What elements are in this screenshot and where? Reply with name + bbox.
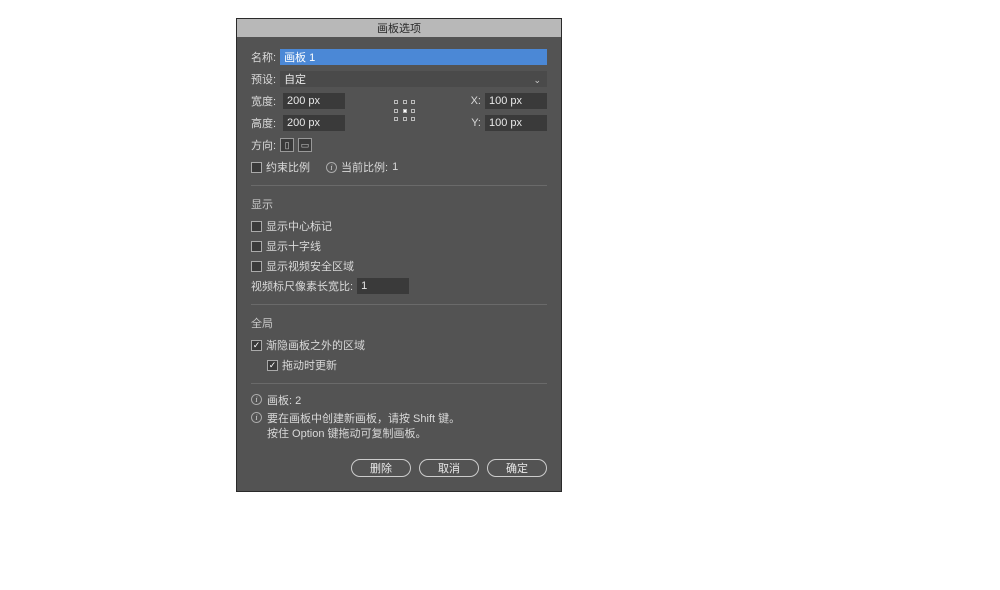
- info-tip-2: 按住 Option 键拖动可复制画板。: [267, 428, 427, 440]
- height-label: 高度:: [251, 115, 279, 131]
- display-section-title: 显示: [251, 196, 547, 212]
- artboard-count-label: 画板:: [267, 395, 292, 407]
- orientation-label: 方向:: [251, 137, 276, 153]
- artboard-options-dialog: 画板选项 名称: 预设: 自定 ⌄ 宽度: 高度:: [236, 18, 562, 492]
- portrait-button[interactable]: ▯: [280, 138, 294, 152]
- x-input[interactable]: [485, 93, 547, 109]
- orientation-row: 方向: ▯ ▭: [251, 137, 547, 153]
- chevron-down-icon: ⌄: [533, 75, 541, 86]
- y-input[interactable]: [485, 115, 547, 131]
- delete-button[interactable]: 删除: [351, 459, 411, 477]
- constrain-checkbox[interactable]: [251, 162, 262, 173]
- preset-value: 自定: [284, 71, 306, 87]
- landscape-button[interactable]: ▭: [298, 138, 312, 152]
- show-cross-label: 显示十字线: [266, 238, 321, 254]
- drag-update-checkbox[interactable]: [267, 360, 278, 371]
- y-label: Y:: [467, 117, 481, 129]
- pixel-aspect-label: 视频标尺像素长宽比:: [251, 278, 353, 294]
- dialog-title: 画板选项: [377, 20, 421, 36]
- height-input[interactable]: [283, 115, 345, 131]
- current-ratio-value: 1: [392, 161, 398, 173]
- x-label: X:: [467, 95, 481, 107]
- divider: [251, 383, 547, 384]
- width-label: 宽度:: [251, 93, 279, 109]
- preset-label: 预设:: [251, 71, 276, 87]
- info-icon: i: [326, 162, 337, 173]
- constrain-row: 约束比例 i 当前比例: 1: [251, 159, 547, 175]
- ok-button[interactable]: 确定: [487, 459, 547, 477]
- global-section-title: 全局: [251, 315, 547, 331]
- info-icon: i: [251, 394, 262, 405]
- preset-dropdown[interactable]: 自定 ⌄: [280, 71, 547, 87]
- reference-point-grid[interactable]: [394, 100, 418, 124]
- fade-checkbox[interactable]: [251, 340, 262, 351]
- dialog-titlebar: 画板选项: [237, 19, 561, 37]
- width-input[interactable]: [283, 93, 345, 109]
- constrain-label: 约束比例: [266, 159, 310, 175]
- show-safe-checkbox[interactable]: [251, 261, 262, 272]
- pixel-aspect-input[interactable]: [357, 278, 409, 294]
- name-row: 名称:: [251, 49, 547, 65]
- artboard-count-value: 2: [295, 395, 301, 407]
- show-safe-label: 显示视频安全区域: [266, 258, 354, 274]
- info-icon: i: [251, 412, 262, 423]
- divider: [251, 304, 547, 305]
- drag-update-label: 拖动时更新: [282, 357, 337, 373]
- current-ratio-label: 当前比例:: [341, 159, 388, 175]
- preset-row: 预设: 自定 ⌄: [251, 71, 547, 87]
- divider: [251, 185, 547, 186]
- show-center-checkbox[interactable]: [251, 221, 262, 232]
- name-input[interactable]: [280, 49, 547, 65]
- info-tip-1: 要在画板中创建新画板，请按 Shift 键。: [267, 413, 460, 425]
- fade-label: 渐隐画板之外的区域: [266, 337, 365, 353]
- show-center-label: 显示中心标记: [266, 218, 332, 234]
- name-label: 名称:: [251, 49, 276, 65]
- show-cross-checkbox[interactable]: [251, 241, 262, 252]
- cancel-button[interactable]: 取消: [419, 459, 479, 477]
